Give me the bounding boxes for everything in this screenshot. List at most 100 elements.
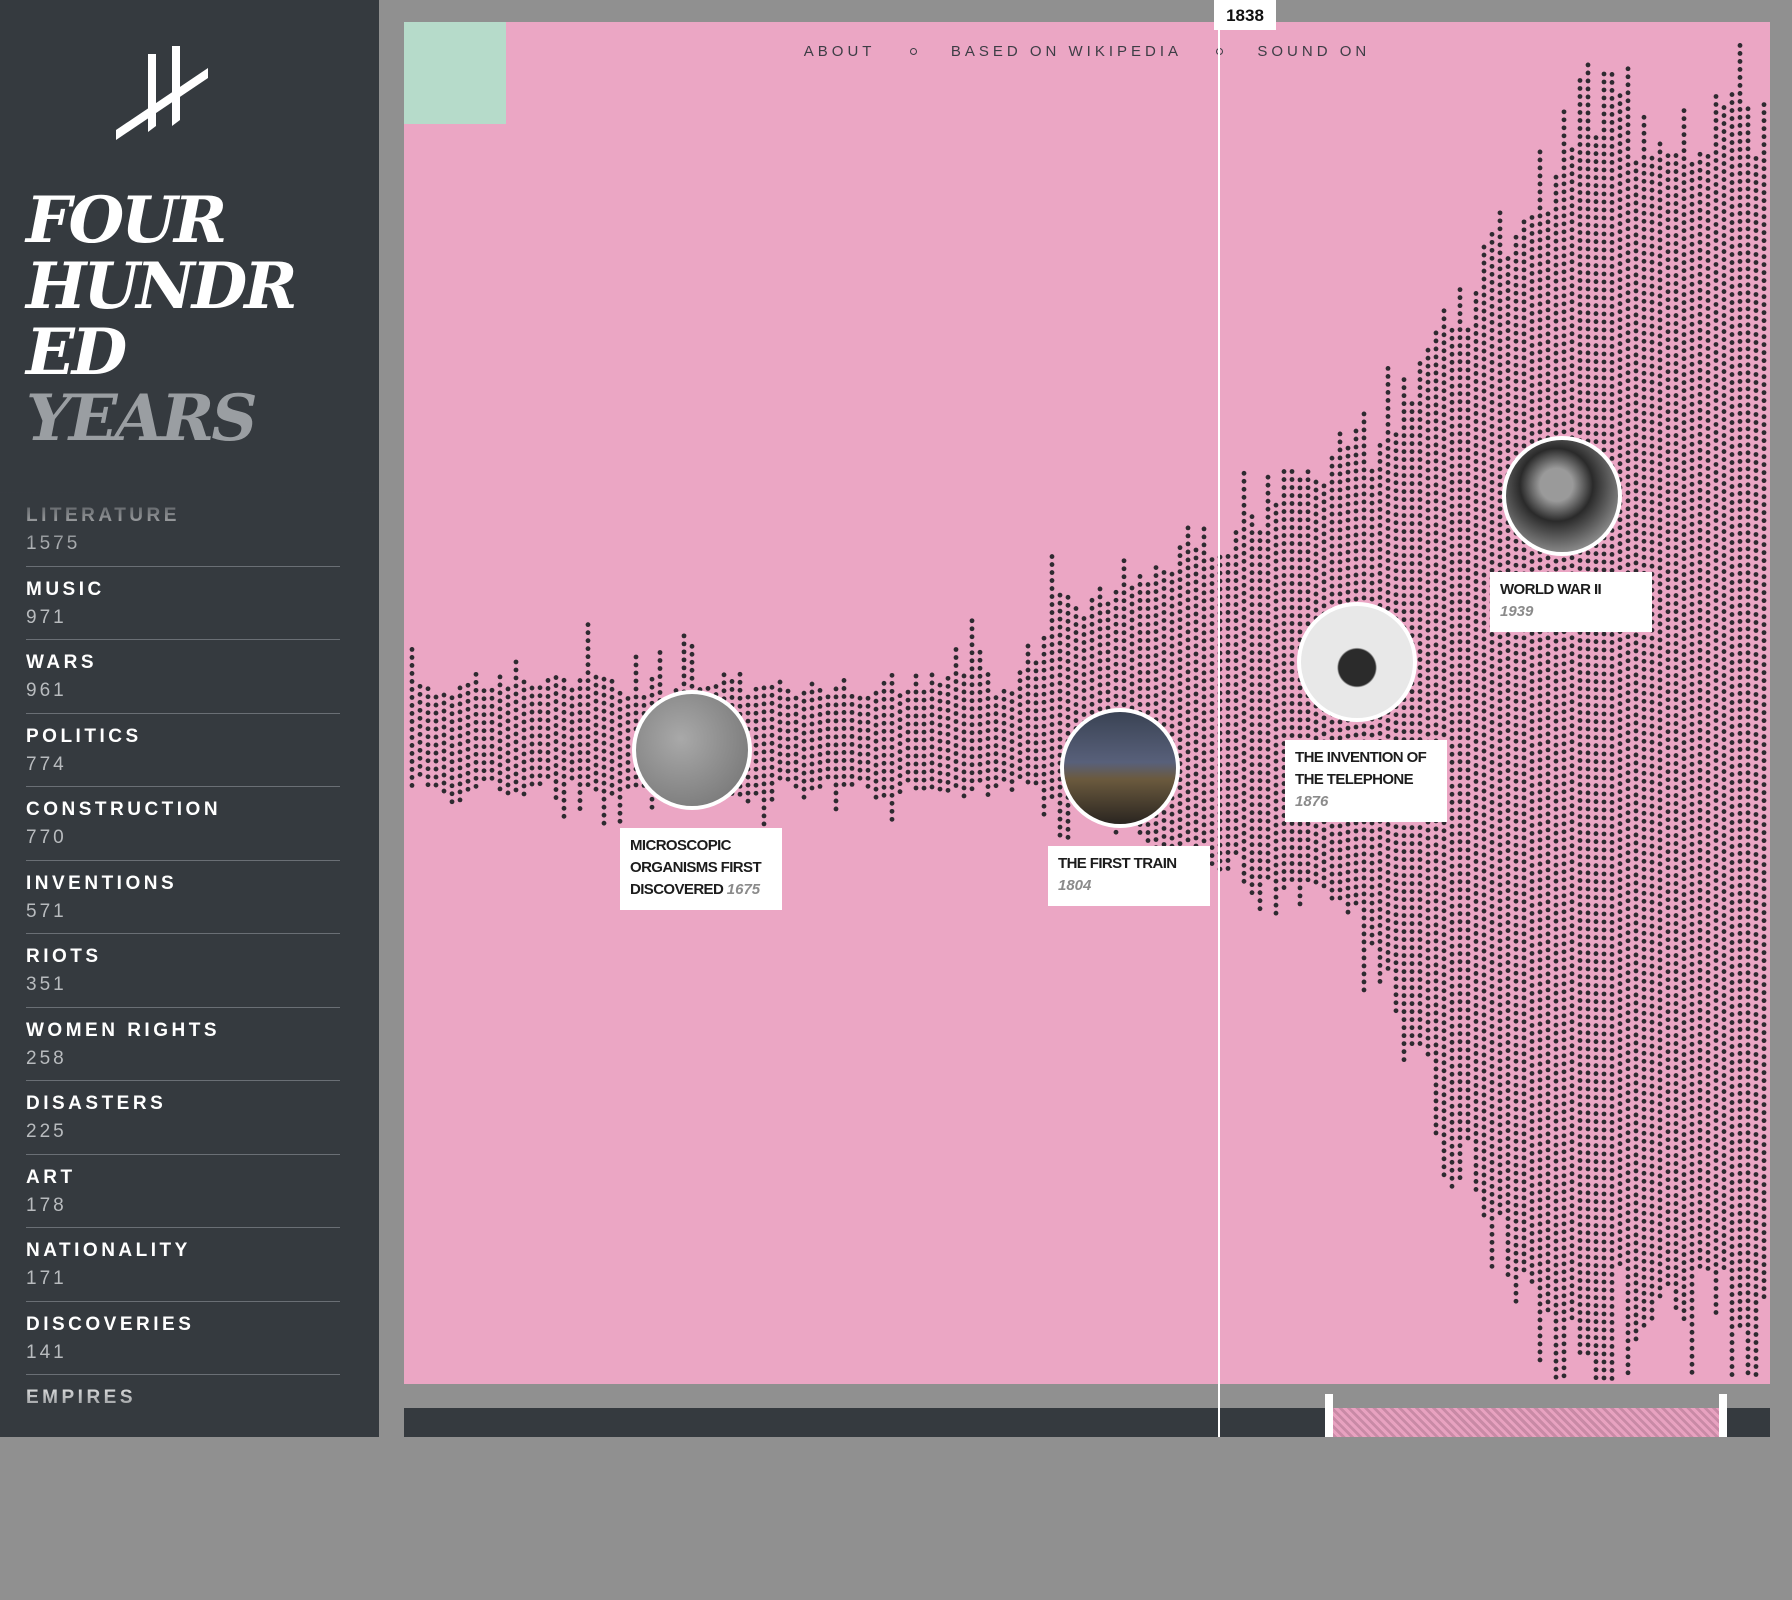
waveform-dot xyxy=(1498,426,1503,431)
waveform-dot xyxy=(1226,714,1231,719)
waveform-dot xyxy=(1154,701,1159,706)
waveform-dot xyxy=(1322,843,1327,848)
waveform-dot xyxy=(1210,597,1215,602)
waveform-dot xyxy=(1330,568,1335,573)
waveform-dot xyxy=(1130,602,1135,607)
waveform-dot xyxy=(882,729,887,734)
waveform-dot xyxy=(1474,699,1479,704)
waveform-dot xyxy=(1506,288,1511,293)
event-density-waveform[interactable] xyxy=(404,22,1770,1384)
waveform-dot xyxy=(618,715,623,720)
waveform-dot xyxy=(1458,695,1463,700)
waveform-dot xyxy=(1506,752,1511,757)
waveform-dot xyxy=(1490,1088,1495,1093)
waveform-dot xyxy=(1442,852,1447,857)
waveform-dot xyxy=(1474,531,1479,536)
waveform-dot xyxy=(1058,681,1063,686)
category-wars[interactable]: WARS 961 xyxy=(26,640,340,714)
waveform-dot xyxy=(1282,853,1287,858)
waveform-dot xyxy=(1058,665,1063,670)
category-disasters[interactable]: DISASTERS 225 xyxy=(26,1081,340,1155)
category-empires[interactable]: EMPIRES xyxy=(26,1375,340,1437)
waveform-dot xyxy=(1250,874,1255,879)
waveform-dot xyxy=(1418,473,1423,478)
waveform-dot xyxy=(1410,913,1415,918)
waveform-dot xyxy=(706,686,711,691)
waveform-dot xyxy=(1194,700,1199,705)
waveform-dot xyxy=(1154,605,1159,610)
logo-icon[interactable] xyxy=(112,42,212,142)
waveform-dot xyxy=(1474,475,1479,480)
waveform-dot xyxy=(858,696,863,701)
waveform-dot xyxy=(1498,650,1503,655)
waveform-dot xyxy=(498,762,503,767)
waveform-dot xyxy=(890,673,895,678)
waveform-dot xyxy=(1034,725,1039,730)
waveform-dot xyxy=(1474,707,1479,712)
waveform-dot xyxy=(1378,507,1383,512)
waveform-dot xyxy=(1490,832,1495,837)
waveform-dot xyxy=(1466,328,1471,333)
waveform-dot xyxy=(514,764,519,769)
waveform-dot xyxy=(610,743,615,748)
waveform-dot xyxy=(1026,652,1031,657)
waveform-dot xyxy=(1170,620,1175,625)
waveform-dot xyxy=(1050,618,1055,623)
waveform-dot xyxy=(538,693,543,698)
waveform-dot xyxy=(1498,450,1503,455)
category-politics[interactable]: POLITICS 774 xyxy=(26,714,340,788)
waveform-dot xyxy=(1234,650,1239,655)
waveform-dot xyxy=(834,799,839,804)
waveform-dot xyxy=(1122,678,1127,683)
category-riots[interactable]: RIOTS 351 xyxy=(26,934,340,1008)
waveform-dot xyxy=(1474,1067,1479,1072)
waveform-dot xyxy=(962,714,967,719)
waveform-dot xyxy=(1394,928,1399,933)
waveform-dot xyxy=(1434,355,1439,360)
waveform-dot xyxy=(1282,477,1287,482)
waveform-dot xyxy=(1210,613,1215,618)
waveform-dot xyxy=(850,750,855,755)
waveform-dot xyxy=(1466,848,1471,853)
category-art[interactable]: ART 178 xyxy=(26,1155,340,1229)
waveform-dot xyxy=(1522,763,1527,768)
waveform-dot xyxy=(1258,874,1263,879)
waveform-dot xyxy=(1106,682,1111,687)
timeline-visualization[interactable]: ABOUT BASED ON WIKIPEDIA SOUND ON MICROS… xyxy=(404,22,1770,1384)
waveform-dot xyxy=(1490,1120,1495,1125)
category-women-rights[interactable]: WOMEN RIGHTS 258 xyxy=(26,1008,340,1082)
waveform-dot xyxy=(546,734,551,739)
category-music[interactable]: MUSIC 971 xyxy=(26,567,340,641)
waveform-dot xyxy=(1186,566,1191,571)
waveform-dot xyxy=(466,739,471,744)
waveform-dot xyxy=(1458,655,1463,660)
waveform-dot xyxy=(746,711,751,716)
waveform-dot xyxy=(1506,704,1511,709)
waveform-dot xyxy=(1466,424,1471,429)
waveform-dot xyxy=(594,707,599,712)
waveform-dot xyxy=(1122,590,1127,595)
waveform-dot xyxy=(1354,493,1359,498)
waveform-dot xyxy=(1178,633,1183,638)
category-literature[interactable]: LITERATURE 1575 xyxy=(26,493,340,567)
category-discoveries[interactable]: DISCOVERIES 141 xyxy=(26,1302,340,1376)
waveform-dot xyxy=(1450,904,1455,909)
category-construction[interactable]: CONSTRUCTION 770 xyxy=(26,787,340,861)
waveform-dot xyxy=(1498,562,1503,567)
waveform-dot xyxy=(522,720,527,725)
waveform-dot xyxy=(802,787,807,792)
waveform-dot xyxy=(1522,1171,1527,1176)
waveform-dot xyxy=(1506,1232,1511,1237)
waveform-dot xyxy=(770,685,775,690)
waveform-dot xyxy=(1466,560,1471,565)
waveform-dot xyxy=(1458,375,1463,380)
waveform-dot xyxy=(1378,963,1383,968)
category-inventions[interactable]: INVENTIONS 571 xyxy=(26,861,340,935)
waveform-dot xyxy=(450,799,455,804)
waveform-dot xyxy=(1458,1047,1463,1052)
category-nationality[interactable]: NATIONALITY 171 xyxy=(26,1228,340,1302)
waveform-dot xyxy=(562,798,567,803)
waveform-dot xyxy=(1178,793,1183,798)
waveform-dot xyxy=(1530,215,1535,220)
waveform-dot xyxy=(1514,1091,1519,1096)
